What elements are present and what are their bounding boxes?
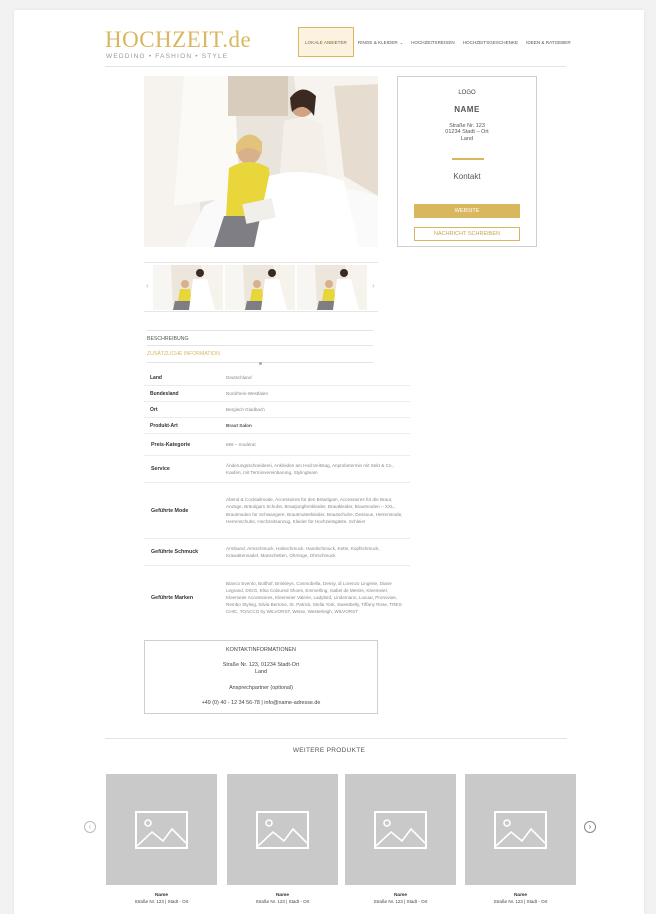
info-key: Geführte Mode: [151, 507, 189, 514]
table-row: Preis-Kategorie €€€ – moderat: [144, 434, 410, 456]
thumbnail-image[interactable]: [225, 265, 295, 310]
contact-person: Ansprechpartner (optional): [229, 685, 293, 691]
nav-item-ideen-ratgeber[interactable]: IDEEN & RATGEBER: [522, 27, 575, 57]
contact-info-title: KONTAKTINFORMATIONEN: [226, 647, 296, 653]
chevron-left-icon[interactable]: ‹: [146, 281, 149, 290]
thumbnail-strip: ‹ ›: [144, 262, 378, 312]
info-table: Land Deutschland Bundesland Nordrhein-West…: [144, 370, 410, 629]
info-key: Geführte Marken: [151, 594, 194, 601]
product-name[interactable]: Name: [227, 893, 338, 898]
table-row: Geführte Schmuck Armband, Armschmuck, Hal…: [144, 539, 410, 566]
vendor-address: Straße Nr. 123 01234 Stadt – Ort Land: [398, 123, 536, 142]
info-key: Ort: [150, 406, 158, 413]
table-row: Geführte Mode Abend & Cocktailmode, Acces…: [144, 483, 410, 539]
contact-country: Land: [255, 669, 267, 675]
chevron-right-icon[interactable]: ›: [372, 281, 375, 290]
site-tagline: WEDDING • FASHION • STYLE: [106, 53, 229, 60]
info-value: Änderungsschneiderei, Ankleiden am Hochz…: [226, 462, 395, 475]
vendor-country: Land: [460, 135, 474, 142]
info-value: Armband, Armschmuck, Halsschmuck, Handsc…: [226, 545, 380, 558]
message-button[interactable]: NACHRICHT SCHREIBEN: [414, 227, 520, 241]
info-value: €€€ – moderat: [226, 441, 256, 447]
product-name[interactable]: Name: [465, 893, 576, 898]
image-placeholder-icon: [494, 811, 547, 849]
nav-item-hochzeitsgeschenke[interactable]: HOCHZEITSGESCHENKE: [459, 27, 522, 57]
product-name[interactable]: Name: [106, 893, 217, 898]
product-name[interactable]: Name: [345, 893, 456, 898]
more-products-title: WEITERE PRODUKTE: [292, 747, 366, 754]
card-divider: [452, 158, 484, 160]
table-row: Ort Bergisch Gladbach: [144, 402, 410, 418]
chevron-left-icon[interactable]: ‹: [84, 821, 96, 833]
info-value: Nordrhein-Westfalen: [226, 390, 269, 396]
nav-item-label: RINGE & KLEIDER: [357, 39, 398, 45]
nav-item-ringe-kleider[interactable]: RINGE & KLEIDER ⌄: [354, 27, 407, 57]
nav-item-lokale-anbieter[interactable]: LOKALE ANBIETER: [298, 27, 354, 57]
contact-info-box: KONTAKTINFORMATIONEN Straße Nr. 123, 012…: [144, 640, 378, 714]
nav-item-hochzeitsreisen[interactable]: HOCHZEITSREISEN: [407, 27, 459, 57]
section-divider: [105, 738, 567, 739]
thumbnail-image[interactable]: [297, 265, 367, 310]
info-key: Land: [150, 374, 162, 381]
vendor-name: NAME: [454, 105, 480, 114]
info-key: Produkt-Art: [150, 422, 178, 429]
info-value: Bergisch Gladbach: [226, 406, 265, 412]
thumbnail-image[interactable]: [153, 265, 223, 310]
active-tab-indicator: [259, 362, 262, 365]
vendor-logo: LOGO: [458, 90, 476, 96]
table-row: Bundesland Nordrhein-Westfalen: [144, 386, 410, 402]
image-placeholder-icon: [135, 811, 188, 849]
image-placeholder-icon: [256, 811, 309, 849]
product-card-image[interactable]: [345, 774, 456, 885]
main-nav: LOKALE ANBIETER RINGE & KLEIDER ⌄ HOCHZEI…: [298, 27, 575, 57]
vendor-card: LOGO NAME Straße Nr. 123 01234 Stadt – O…: [397, 76, 537, 247]
info-value: Deutschland: [226, 374, 252, 380]
product-address: Straße Nr. 123 | Stadt - Ort: [493, 899, 548, 904]
info-key: Service: [151, 466, 170, 472]
info-value: Bianco Evento, Bolthof, Brinkleys, Cosmo…: [226, 580, 402, 615]
product-address: Straße Nr. 123 | Stadt - Ort: [373, 899, 428, 904]
table-row: Land Deutschland: [144, 370, 410, 386]
image-placeholder-icon: [374, 811, 427, 849]
info-value: Abend & Cocktailmode, Accessoires für de…: [226, 497, 403, 524]
info-value: Braut Salon: [226, 422, 252, 428]
product-card-image[interactable]: [465, 774, 576, 885]
product-card-image[interactable]: [227, 774, 338, 885]
site-logo[interactable]: HOCHZEIT.de: [105, 28, 251, 51]
tab-zusaetzliche-information[interactable]: ZUSÄTZLICHE INFORMATION: [147, 345, 373, 363]
product-card-image[interactable]: [106, 774, 217, 885]
website-button[interactable]: WEBSITE: [414, 204, 520, 218]
contact-address: Straße Nr. 123, 01234 Stadt-Ort: [222, 662, 300, 668]
info-key: Geführte Schmuck: [151, 549, 199, 555]
contact-phone-email[interactable]: +49 (0) 40 - 12 34 56-78 | info@name-adr…: [145, 700, 377, 706]
table-row: Produkt-Art Braut Salon: [144, 418, 410, 434]
header-divider: [105, 66, 566, 67]
product-address: Straße Nr. 123 | Stadt - Ort: [255, 899, 310, 904]
table-row: Geführte Marken Bianco Evento, Bolthof, B…: [144, 566, 410, 629]
main-product-photo[interactable]: [144, 76, 378, 247]
chevron-right-icon[interactable]: ›: [584, 821, 596, 833]
kontakt-heading: Kontakt: [453, 172, 481, 181]
table-row: Service Änderungsschneiderei, Ankleiden a…: [144, 456, 410, 483]
chevron-down-icon: ⌄: [399, 39, 404, 45]
page: HOCHZEIT.de WEDDING • FASHION • STYLE LO…: [14, 10, 644, 914]
info-key: Bundesland: [150, 390, 179, 397]
product-address: Straße Nr. 123 | Stadt - Ort: [134, 899, 189, 904]
info-key: Preis-Kategorie: [151, 441, 191, 448]
